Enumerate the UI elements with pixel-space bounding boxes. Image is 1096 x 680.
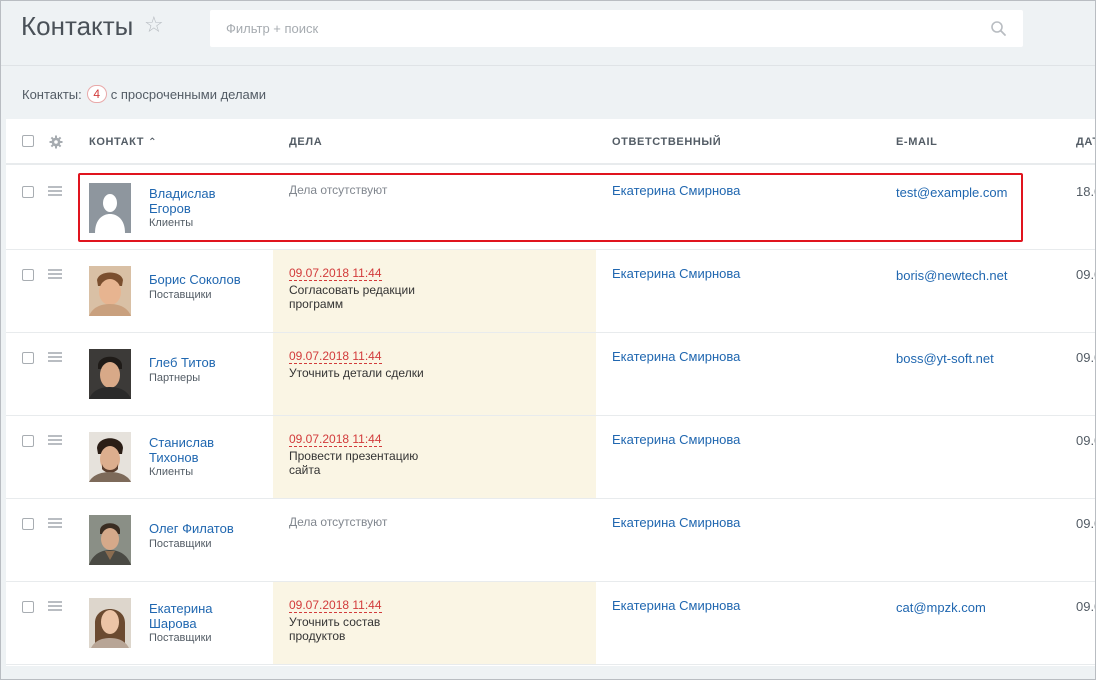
- column-header-email[interactable]: E-MAIL: [896, 136, 937, 148]
- drag-handle-icon[interactable]: [48, 186, 62, 196]
- contact-name-link[interactable]: Екатерина Шарова: [149, 601, 259, 631]
- star-icon[interactable]: ☆: [144, 14, 164, 36]
- row-checkbox[interactable]: [22, 601, 34, 613]
- select-all-checkbox[interactable]: [22, 135, 34, 147]
- header-divider: [1, 65, 1095, 66]
- date-cell: 18.0: [1076, 184, 1095, 199]
- gear-icon[interactable]: [49, 135, 63, 149]
- counter-suffix: с просроченными делами: [110, 86, 266, 102]
- deal-description: Провести презентацию сайта: [289, 449, 419, 477]
- drag-handle-icon[interactable]: [48, 601, 62, 611]
- contact-type: Клиенты: [149, 217, 194, 229]
- avatar-photo: [89, 515, 131, 565]
- search-box[interactable]: [210, 10, 1023, 47]
- avatar[interactable]: [89, 598, 131, 648]
- deal-deadline-link[interactable]: 09.07.2018 11:44: [289, 349, 382, 364]
- avatar[interactable]: [89, 432, 131, 482]
- column-header-date[interactable]: ДАТ: [1076, 136, 1095, 148]
- email-link[interactable]: boris@newtech.net: [896, 268, 1007, 283]
- deal-description: Согласовать редакции программ: [289, 283, 415, 311]
- deal-deadline-link[interactable]: 09.07.2018 11:44: [289, 598, 382, 613]
- row-checkbox[interactable]: [22, 269, 34, 281]
- date-cell: 09.0: [1076, 516, 1095, 531]
- avatar[interactable]: [89, 349, 131, 399]
- contacts-table: КОНТАКТ⌃ ДЕЛА ОТВЕТСТВЕННЫЙ E-MAIL ДАТ В…: [6, 119, 1095, 666]
- email-link[interactable]: cat@mpzk.com: [896, 600, 986, 615]
- table-row[interactable]: Олег Филатов Поставщики Дела отсутствуют…: [6, 499, 1095, 582]
- responsible-link[interactable]: Екатерина Смирнова: [612, 432, 740, 447]
- deal-description: Уточнить состав продуктов: [289, 615, 381, 643]
- drag-handle-icon[interactable]: [48, 269, 62, 279]
- page-title: Контакты: [21, 11, 134, 41]
- date-cell: 09.0: [1076, 350, 1095, 365]
- contact-name-link[interactable]: Олег Филатов: [149, 521, 259, 536]
- no-deals-text: Дела отсутствуют: [289, 183, 388, 197]
- contact-name-link[interactable]: Глеб Титов: [149, 355, 259, 370]
- sort-ascending-icon[interactable]: ⌃: [148, 137, 157, 148]
- contact-type: Поставщики: [149, 538, 212, 550]
- deal-description: Уточнить детали сделки: [289, 366, 424, 380]
- page-header: Контакты ☆: [1, 1, 1095, 65]
- row-checkbox[interactable]: [22, 518, 34, 530]
- date-cell: 09.0: [1076, 599, 1095, 614]
- email-link[interactable]: boss@yt-soft.net: [896, 351, 994, 366]
- email-link[interactable]: test@example.com: [896, 185, 1007, 200]
- contact-name-link[interactable]: Станислав Тихонов: [149, 435, 259, 465]
- row-checkbox[interactable]: [22, 352, 34, 364]
- deal-deadline-link[interactable]: 09.07.2018 11:44: [289, 266, 382, 281]
- date-cell: 09.0: [1076, 433, 1095, 448]
- contact-name-link[interactable]: Владислав Егоров: [149, 186, 259, 216]
- contact-type: Партнеры: [149, 372, 201, 384]
- avatar[interactable]: [89, 266, 131, 316]
- table-row[interactable]: Екатерина Шарова Поставщики 09.07.2018 1…: [6, 582, 1095, 665]
- deal-deadline-link[interactable]: 09.07.2018 11:44: [289, 432, 382, 447]
- responsible-link[interactable]: Екатерина Смирнова: [612, 183, 740, 198]
- table-header: КОНТАКТ⌃ ДЕЛА ОТВЕТСТВЕННЫЙ E-MAIL ДАТ: [6, 119, 1095, 165]
- table-row[interactable]: Станислав Тихонов Клиенты 09.07.2018 11:…: [6, 416, 1095, 499]
- avatar-photo: [89, 432, 131, 482]
- avatar-photo: [89, 598, 131, 648]
- responsible-link[interactable]: Екатерина Смирнова: [612, 349, 740, 364]
- overdue-count-badge[interactable]: 4: [86, 85, 107, 103]
- column-header-responsible[interactable]: ОТВЕТСТВЕННЫЙ: [612, 136, 721, 148]
- avatar-placeholder[interactable]: [89, 183, 131, 233]
- drag-handle-icon[interactable]: [48, 352, 62, 362]
- contact-name-link[interactable]: Борис Соколов: [149, 272, 259, 287]
- row-checkbox[interactable]: [22, 186, 34, 198]
- avatar-photo: [89, 349, 131, 399]
- drag-handle-icon[interactable]: [48, 435, 62, 445]
- avatar[interactable]: [89, 515, 131, 565]
- column-contact-label: КОНТАКТ: [89, 136, 145, 148]
- table-row[interactable]: Глеб Титов Партнеры 09.07.2018 11:44 Уто…: [6, 333, 1095, 416]
- responsible-link[interactable]: Екатерина Смирнова: [612, 266, 740, 281]
- search-input[interactable]: [210, 10, 980, 47]
- contact-type: Клиенты: [149, 466, 194, 478]
- search-icon[interactable]: [990, 20, 1007, 37]
- date-cell: 09.0: [1076, 267, 1095, 282]
- column-header-deals[interactable]: ДЕЛА: [289, 136, 322, 148]
- drag-handle-icon[interactable]: [48, 518, 62, 528]
- counter-label: Контакты:: [22, 86, 82, 102]
- responsible-link[interactable]: Екатерина Смирнова: [612, 598, 740, 613]
- table-row[interactable]: Владислав Егоров Клиенты Дела отсутствую…: [6, 167, 1095, 250]
- responsible-link[interactable]: Екатерина Смирнова: [612, 515, 740, 530]
- user-silhouette-icon: [89, 183, 131, 233]
- overdue-counter: Контакты: 4 с просроченными делами: [22, 85, 266, 103]
- app-window: Контакты ☆ Контакты: 4 с просроченными д…: [0, 0, 1096, 680]
- table-row[interactable]: Борис Соколов Поставщики 09.07.2018 11:4…: [6, 250, 1095, 333]
- row-checkbox[interactable]: [22, 435, 34, 447]
- no-deals-text: Дела отсутствуют: [289, 515, 388, 529]
- column-header-contact[interactable]: КОНТАКТ ⌃: [89, 136, 157, 148]
- contact-type: Поставщики: [149, 632, 212, 644]
- avatar-photo: [89, 266, 131, 316]
- contact-type: Поставщики: [149, 289, 212, 301]
